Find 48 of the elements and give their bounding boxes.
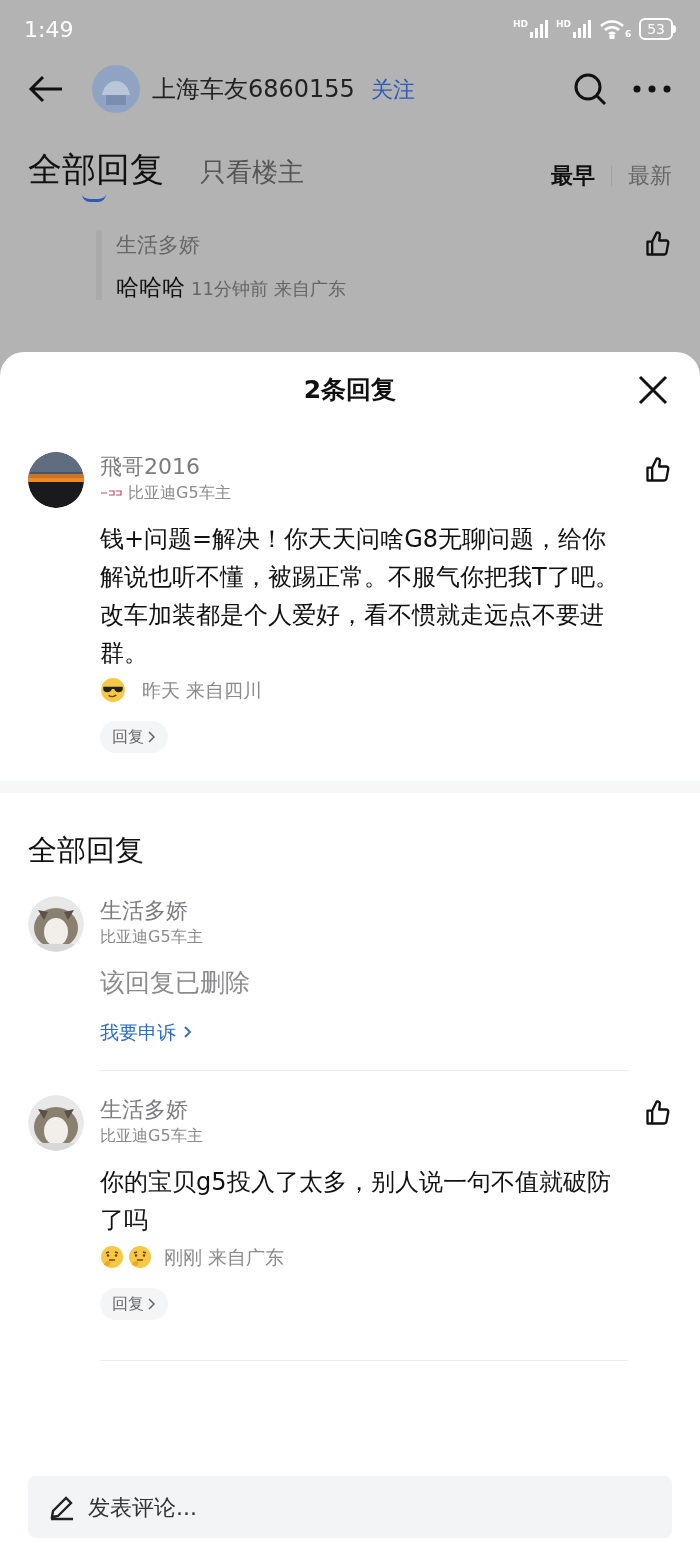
close-icon[interactable] <box>638 375 668 405</box>
chevron-right-icon <box>146 730 156 743</box>
follow-button[interactable]: 关注 <box>370 72 415 106</box>
username: 上海车友6860155 <box>152 74 355 105</box>
thumbs-up-icon[interactable] <box>644 456 672 484</box>
signal-icon <box>529 20 548 38</box>
chevron-right-icon <box>182 1024 192 1039</box>
sunglasses-emoji-icon <box>100 677 126 704</box>
comment-meta: 刚刚 来自广东 <box>164 1245 285 1270</box>
author-name: 生活多娇 <box>116 232 201 259</box>
author-name: 生活多娇 <box>100 1096 189 1124</box>
sort-option[interactable]: 最早 <box>551 159 595 192</box>
search-icon[interactable] <box>572 71 608 107</box>
wifi-icon <box>598 19 625 39</box>
comment-meta: 昨天 来自四川 <box>142 678 263 703</box>
chevron-right-icon <box>146 1297 156 1310</box>
owner-label: 比亚迪G5车主 <box>100 1125 203 1147</box>
comment-text: 哈哈哈 <box>116 273 185 300</box>
battery-icon: 53 <box>639 18 676 40</box>
network-label: HD <box>555 20 571 29</box>
owner-label: 比亚迪G5车主 <box>100 926 203 948</box>
brand-logo-icon <box>100 489 122 497</box>
status-time: 1:49 <box>24 15 74 44</box>
reply-button[interactable]: 回复 <box>100 1287 168 1320</box>
author-name: 飛哥2016 <box>100 453 201 481</box>
deleted-notice: 该回复已删除 <box>100 967 251 999</box>
appeal-link[interactable]: 我要申诉 <box>100 1017 628 1046</box>
comment-meta: 11分钟前 来自广东 <box>191 277 346 299</box>
comment-field[interactable]: 发表评论... <box>88 1490 652 1524</box>
section-title: 全部回复 <box>27 831 145 869</box>
comment-text: 钱+问题=解决！你天天问啥G8无聊问题，给你解说也听不懂，被踢正常。不服气你把我T了吧。改车加装都是个人爱好，看不惯就走远点不要进群。 <box>100 524 620 669</box>
owner-label: 比亚迪G5车主 <box>128 482 231 504</box>
tab[interactable]: 只看楼主 <box>200 152 304 192</box>
signal-icon <box>572 20 591 38</box>
comment-input[interactable]: 发表评论... <box>28 1476 672 1538</box>
wifi-label: 6 <box>624 30 632 39</box>
thumbs-up-icon[interactable] <box>644 1099 672 1127</box>
more-icon[interactable] <box>632 84 672 94</box>
tab[interactable]: 全部回复 <box>28 146 164 192</box>
thumbs-up-icon[interactable] <box>644 230 672 258</box>
sheet-title: 2条回复 <box>303 374 397 407</box>
thinking-emoji-icon <box>100 1245 124 1270</box>
author-name: 生活多娇 <box>100 897 189 925</box>
comment-text: 你的宝贝g5投入了太多，别人说一句不值就破防了吗 <box>100 1167 612 1236</box>
network-label: HD <box>512 20 528 29</box>
reply-button[interactable]: 回复 <box>100 720 168 753</box>
back-arrow-icon[interactable] <box>28 74 64 104</box>
thinking-emoji-icon <box>128 1245 152 1270</box>
